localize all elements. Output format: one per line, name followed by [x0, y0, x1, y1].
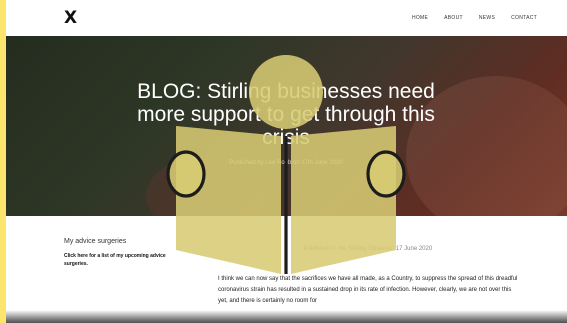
site-logo[interactable]: X	[64, 8, 77, 28]
main-nav: HOME ABOUT NEWS CONTACT	[412, 15, 537, 21]
webpage-screenshot: X HOME ABOUT NEWS CONTACT BLOG: Stirling…	[6, 0, 567, 323]
sidebar: My advice surgeries Click here for a lis…	[64, 238, 174, 268]
nav-item-home[interactable]: HOME	[412, 15, 428, 21]
nav-item-contact[interactable]: CONTACT	[511, 15, 537, 21]
sidebar-heading: My advice surgeries	[64, 238, 127, 245]
bottom-blur	[6, 310, 567, 323]
nav-item-news[interactable]: NEWS	[479, 15, 495, 21]
reader-icon	[166, 55, 406, 274]
nav-item-about[interactable]: ABOUT	[444, 15, 463, 21]
advice-surgeries-link[interactable]: Click here for a list of my upcoming adv…	[64, 252, 174, 268]
site-header: X HOME ABOUT NEWS CONTACT	[6, 0, 567, 36]
